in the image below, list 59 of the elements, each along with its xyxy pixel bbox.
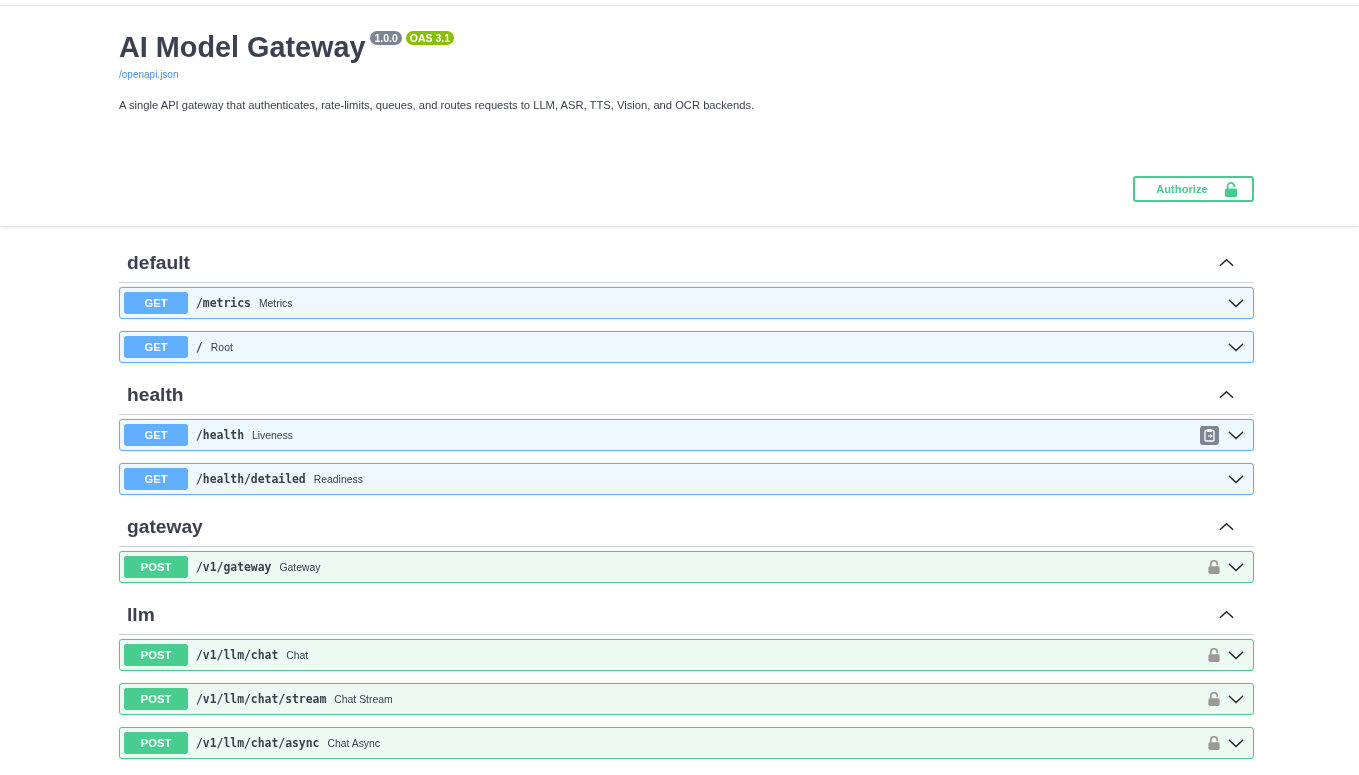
chevron-down-icon[interactable] bbox=[1228, 650, 1244, 660]
padlock-icon[interactable] bbox=[1208, 560, 1220, 574]
method-badge: GET bbox=[124, 424, 188, 446]
chevron-down-icon[interactable] bbox=[1228, 430, 1244, 440]
method-badge: POST bbox=[124, 556, 188, 578]
endpoint-row[interactable]: POST /v1/llm/chat/async Chat Async bbox=[119, 727, 1254, 759]
method-badge: GET bbox=[124, 336, 188, 358]
method-badge: GET bbox=[124, 468, 188, 490]
chevron-up-icon[interactable] bbox=[1219, 522, 1234, 531]
padlock-icon[interactable] bbox=[1208, 736, 1220, 750]
method-badge: POST bbox=[124, 732, 188, 754]
section-title[interactable]: llm bbox=[127, 603, 155, 626]
chevron-down-icon[interactable] bbox=[1228, 342, 1244, 352]
endpoint-summary: Chat Async bbox=[327, 737, 380, 749]
clipboard-icon[interactable] bbox=[1200, 425, 1219, 445]
endpoint-path: /v1/llm/chat/stream bbox=[196, 692, 327, 706]
section-title[interactable]: default bbox=[127, 251, 190, 274]
endpoint-summary: Readiness bbox=[313, 473, 363, 485]
endpoint-summary: Liveness bbox=[252, 429, 294, 441]
endpoint-summary: Metrics bbox=[258, 297, 293, 309]
section-title[interactable]: health bbox=[127, 383, 184, 406]
endpoint-path: / bbox=[196, 340, 203, 354]
chevron-down-icon[interactable] bbox=[1228, 562, 1244, 572]
endpoint-path: /v1/gateway bbox=[196, 560, 272, 574]
chevron-up-icon[interactable] bbox=[1219, 390, 1234, 399]
endpoint-path: /v1/llm/chat/async bbox=[196, 736, 320, 750]
chevron-up-icon[interactable] bbox=[1219, 258, 1234, 267]
endpoint-row[interactable]: POST /v1/llm/chat/stream Chat Stream bbox=[119, 683, 1254, 715]
method-badge: POST bbox=[124, 644, 188, 666]
endpoint-row[interactable]: GET /health/detailed Readiness bbox=[119, 463, 1254, 495]
endpoint-path: /v1/llm/chat bbox=[196, 648, 279, 662]
version-badge: OAS 3.1 bbox=[405, 31, 455, 45]
api-title: AI Model Gateway bbox=[119, 30, 366, 64]
endpoint-summary: Root bbox=[210, 341, 233, 353]
spec-link[interactable]: /openapi.json bbox=[119, 69, 179, 81]
chevron-down-icon[interactable] bbox=[1228, 474, 1244, 484]
chevron-up-icon[interactable] bbox=[1219, 610, 1234, 619]
endpoint-path: /health/detailed bbox=[196, 472, 306, 486]
endpoint-summary: Chat Stream bbox=[334, 693, 393, 705]
version-badge: 1.0.0 bbox=[370, 31, 402, 45]
padlock-icon bbox=[1224, 181, 1237, 197]
endpoint-summary: Gateway bbox=[279, 561, 321, 573]
endpoint-path: /health bbox=[196, 428, 244, 442]
api-description: A single API gateway that authenticates, rate-limits, queues, and routes requests to LLM, ASR, TTS, Vision, and OCR backends. bbox=[119, 98, 756, 112]
method-badge: GET bbox=[124, 292, 188, 314]
method-badge: POST bbox=[124, 688, 188, 710]
endpoint-summary: Chat bbox=[286, 649, 309, 661]
endpoint-row[interactable]: POST /v1/gateway Gateway bbox=[119, 551, 1254, 583]
chevron-down-icon[interactable] bbox=[1228, 694, 1244, 704]
section-title[interactable]: gateway bbox=[127, 515, 203, 538]
padlock-icon[interactable] bbox=[1208, 692, 1220, 706]
endpoint-row[interactable]: GET / Root bbox=[119, 331, 1254, 363]
endpoint-path: /metrics bbox=[196, 296, 251, 310]
endpoint-row[interactable]: GET /health Liveness bbox=[119, 419, 1254, 451]
chevron-down-icon[interactable] bbox=[1228, 298, 1244, 308]
chevron-down-icon[interactable] bbox=[1228, 738, 1244, 748]
endpoint-row[interactable]: POST /v1/llm/chat Chat bbox=[119, 639, 1254, 671]
endpoint-row[interactable]: GET /metrics Metrics bbox=[119, 287, 1254, 319]
padlock-icon[interactable] bbox=[1208, 648, 1220, 662]
